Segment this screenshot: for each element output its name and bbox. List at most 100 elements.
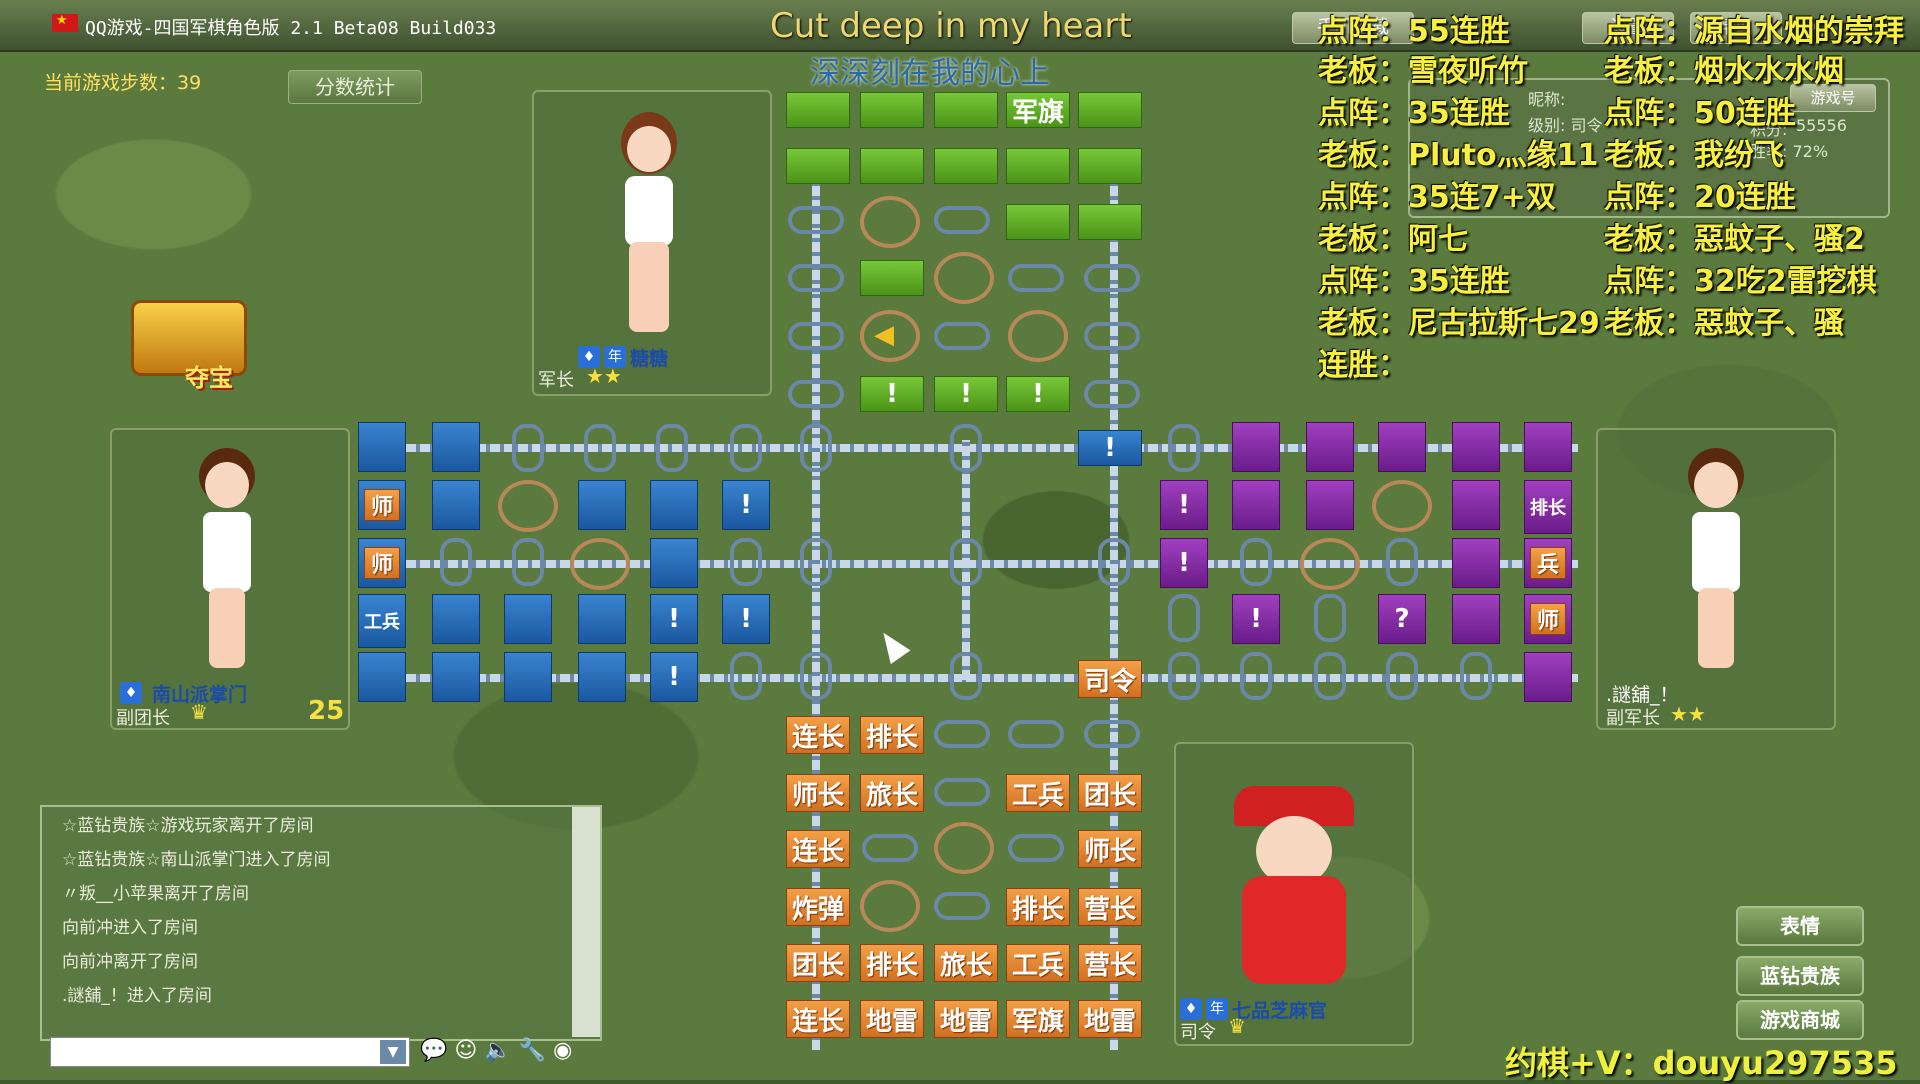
board-piece[interactable]: !: [860, 376, 924, 412]
board-piece[interactable]: !: [722, 594, 770, 644]
board-piece[interactable]: [432, 422, 480, 472]
board-piece[interactable]: [1232, 422, 1280, 472]
board-camp[interactable]: ◀: [860, 310, 920, 362]
board-slot[interactable]: [1008, 834, 1064, 862]
board-piece[interactable]: [432, 652, 480, 702]
board-slot[interactable]: [1168, 424, 1200, 472]
treasure-chest-button[interactable]: 夺宝: [125, 300, 250, 392]
board-slot[interactable]: [730, 424, 762, 472]
board-piece[interactable]: [934, 92, 998, 128]
board-piece[interactable]: [1452, 594, 1500, 644]
board-slot[interactable]: [730, 652, 762, 700]
board-piece[interactable]: [860, 148, 924, 184]
chat-scrollbar[interactable]: [572, 807, 600, 1037]
board-piece[interactable]: 师长: [1078, 830, 1142, 868]
board-piece[interactable]: [504, 594, 552, 644]
board-slot[interactable]: [800, 538, 832, 586]
board-camp[interactable]: [1300, 538, 1360, 590]
board-piece[interactable]: [578, 594, 626, 644]
board-piece[interactable]: 工兵: [1006, 944, 1070, 982]
smiley-icon[interactable]: ☺: [454, 1038, 477, 1063]
board-piece[interactable]: [1524, 422, 1572, 472]
board-piece[interactable]: [1452, 538, 1500, 588]
board-piece[interactable]: 司令: [1078, 660, 1142, 698]
board-piece[interactable]: [432, 594, 480, 644]
board-slot[interactable]: [934, 892, 990, 920]
board-slot[interactable]: [1240, 652, 1272, 700]
player-name[interactable]: 七品芝麻官: [1232, 996, 1327, 1023]
board-piece[interactable]: [1006, 204, 1070, 240]
board-piece[interactable]: !: [650, 594, 698, 644]
board-slot[interactable]: [788, 380, 844, 408]
board-piece[interactable]: [860, 260, 924, 296]
board-piece[interactable]: 地雷: [860, 1000, 924, 1038]
board-piece[interactable]: 旅长: [934, 944, 998, 982]
board-slot[interactable]: [440, 538, 472, 586]
board-piece[interactable]: [1306, 422, 1354, 472]
board-camp[interactable]: [1372, 480, 1432, 532]
board-piece[interactable]: [1078, 148, 1142, 184]
speech-bubble-icon[interactable]: 💬: [420, 1038, 447, 1063]
board-piece[interactable]: [578, 652, 626, 702]
board-camp[interactable]: [860, 880, 920, 932]
board-slot[interactable]: [788, 206, 844, 234]
board-piece[interactable]: [432, 480, 480, 530]
board-piece[interactable]: 团长: [786, 944, 850, 982]
board-piece[interactable]: !: [650, 652, 698, 702]
board-piece[interactable]: 兵: [1524, 538, 1572, 588]
board-piece[interactable]: [358, 422, 406, 472]
board-piece[interactable]: 排长: [860, 716, 924, 754]
board-piece[interactable]: 工兵: [358, 594, 406, 648]
board-camp[interactable]: [934, 822, 994, 874]
board-slot[interactable]: [800, 652, 832, 700]
board-piece[interactable]: 营长: [1078, 944, 1142, 982]
globe-icon[interactable]: ◉: [553, 1038, 572, 1063]
board-camp[interactable]: [498, 480, 558, 532]
board-slot[interactable]: [1386, 538, 1418, 586]
board-slot[interactable]: [656, 424, 688, 472]
board-piece[interactable]: 排长: [860, 944, 924, 982]
vip-button[interactable]: 蓝钻贵族: [1736, 956, 1864, 996]
board-slot[interactable]: [862, 834, 918, 862]
board-piece[interactable]: !: [934, 376, 998, 412]
board-piece[interactable]: [1232, 480, 1280, 530]
board-slot[interactable]: [1008, 264, 1064, 292]
board-slot[interactable]: [788, 264, 844, 292]
board-piece[interactable]: [860, 92, 924, 128]
mall-button[interactable]: 游戏商城: [1736, 1000, 1864, 1040]
board-piece[interactable]: [504, 652, 552, 702]
board-slot[interactable]: [1314, 594, 1346, 642]
board-slot[interactable]: [1314, 652, 1346, 700]
board-slot[interactable]: [1168, 594, 1200, 642]
board-slot[interactable]: [800, 424, 832, 472]
board-slot[interactable]: [788, 322, 844, 350]
board-slot[interactable]: [1240, 538, 1272, 586]
board-slot[interactable]: [1084, 322, 1140, 350]
board-piece[interactable]: !: [1078, 430, 1142, 466]
board-slot[interactable]: [512, 538, 544, 586]
player-name[interactable]: .謎舖_！: [1606, 680, 1679, 707]
board-piece[interactable]: ?: [1378, 594, 1426, 644]
chat-input[interactable]: [50, 1037, 410, 1067]
board-slot[interactable]: [1168, 652, 1200, 700]
board-piece[interactable]: !: [1160, 480, 1208, 530]
board-slot[interactable]: [950, 424, 982, 472]
board-piece[interactable]: 排长: [1524, 480, 1572, 534]
board-piece[interactable]: 工兵: [1006, 774, 1070, 812]
board-slot[interactable]: [950, 538, 982, 586]
board-slot[interactable]: [512, 424, 544, 472]
board-piece[interactable]: 团长: [1078, 774, 1142, 812]
board-piece[interactable]: !: [1232, 594, 1280, 644]
board-piece[interactable]: [786, 148, 850, 184]
board-slot[interactable]: [1460, 652, 1492, 700]
board-piece[interactable]: 军旗: [1006, 92, 1070, 128]
player-name[interactable]: 糖糖: [630, 344, 668, 371]
wrench-icon[interactable]: 🔧: [519, 1038, 546, 1063]
board-slot[interactable]: [1008, 720, 1064, 748]
board-slot[interactable]: [934, 206, 990, 234]
score-stats-button[interactable]: 分数统计: [288, 70, 422, 104]
board-piece[interactable]: 地雷: [934, 1000, 998, 1038]
board-slot[interactable]: [730, 538, 762, 586]
board-piece[interactable]: [1524, 652, 1572, 702]
board-camp[interactable]: [570, 538, 630, 590]
